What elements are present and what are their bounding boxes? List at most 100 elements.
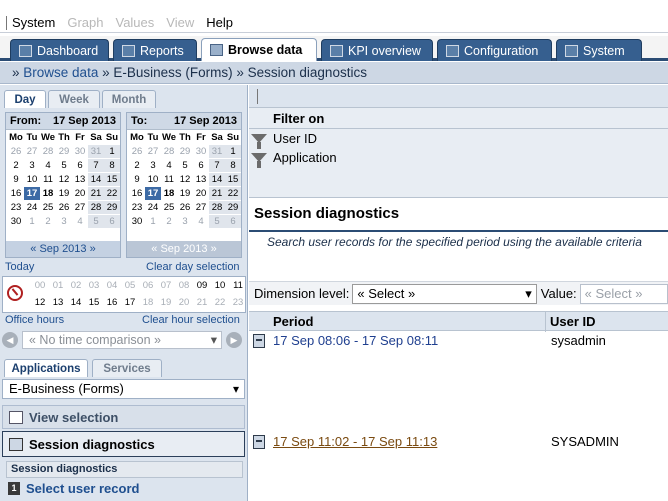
hour-cell[interactable]: 08 (175, 280, 193, 291)
calendar-day[interactable]: 7 (88, 159, 104, 172)
calendar-day[interactable]: 2 (40, 215, 56, 228)
calendar-day[interactable]: 5 (88, 215, 104, 228)
hour-cell[interactable]: 11 (229, 280, 247, 291)
hour-cell[interactable]: 06 (139, 280, 157, 291)
hour-cell[interactable]: 00 (31, 280, 49, 291)
calendar-day[interactable]: 15 (104, 173, 120, 186)
tab-browse-data[interactable]: Browse data (201, 38, 317, 61)
calendar-day[interactable]: 31 (88, 145, 104, 158)
calendar-day[interactable]: 30 (193, 145, 209, 158)
calendar-day[interactable]: 1 (225, 145, 241, 158)
calendar-day[interactable]: 28 (40, 145, 56, 158)
calendar-day[interactable]: 4 (40, 159, 56, 172)
calendar-day[interactable]: 13 (193, 173, 209, 186)
hour-cell[interactable]: 20 (175, 297, 193, 308)
calendar-day[interactable]: 5 (177, 159, 193, 172)
view-selection-item[interactable]: View selection (2, 405, 245, 429)
calendar-day[interactable]: 2 (129, 159, 145, 172)
tab-configuration[interactable]: Configuration (437, 39, 552, 61)
hour-cell[interactable]: 23 (229, 297, 247, 308)
calendar-day[interactable]: 1 (24, 215, 40, 228)
table-row[interactable]: 17 Sep 08:06 - 17 Sep 08:11 sysadmin (249, 332, 668, 352)
calendar-day[interactable]: 25 (161, 201, 177, 214)
calendar-day[interactable]: 16 (129, 187, 145, 200)
calendar-day[interactable]: 6 (72, 159, 88, 172)
calendar-day[interactable]: 4 (193, 215, 209, 228)
calendar-day[interactable]: 19 (177, 187, 193, 200)
calendar-day[interactable]: 26 (177, 201, 193, 214)
calendar-day[interactable]: 28 (209, 201, 225, 214)
calendar-day[interactable]: 4 (161, 159, 177, 172)
next-arrow-icon[interactable]: ▶ (226, 332, 242, 348)
tab-kpi-overview[interactable]: KPI overview (321, 39, 433, 61)
calendar-day[interactable]: 27 (193, 201, 209, 214)
calendar-day[interactable]: 15 (225, 173, 241, 186)
dimension-select[interactable]: « Select » (352, 283, 537, 304)
calendar-day[interactable]: 30 (8, 215, 24, 228)
hour-cell[interactable]: 21 (193, 297, 211, 308)
calendar-day[interactable]: 8 (104, 159, 120, 172)
calendar-day[interactable]: 10 (24, 173, 40, 186)
calendar-day[interactable]: 29 (177, 145, 193, 158)
calendar-day[interactable]: 17 (145, 187, 161, 200)
calendar-day[interactable]: 23 (129, 201, 145, 214)
calendar-day[interactable]: 25 (40, 201, 56, 214)
hour-cell[interactable]: 18 (139, 297, 157, 308)
record-icon[interactable] (253, 334, 265, 348)
calendar-day[interactable]: 28 (161, 145, 177, 158)
menu-system[interactable]: System (12, 14, 55, 32)
calendar-day[interactable]: 9 (8, 173, 24, 186)
tab-dashboard[interactable]: Dashboard (10, 39, 109, 61)
clock-icon[interactable] (7, 285, 23, 301)
calendar-day[interactable]: 8 (225, 159, 241, 172)
calendar-day[interactable]: 17 (24, 187, 40, 200)
hour-cell[interactable]: 19 (157, 297, 175, 308)
calendar-day[interactable]: 27 (24, 145, 40, 158)
tab-week[interactable]: Week (48, 90, 100, 108)
calendar-day[interactable]: 22 (104, 187, 120, 200)
calendar-day[interactable]: 10 (145, 173, 161, 186)
filter-application[interactable]: Application (251, 150, 337, 168)
calendar-day[interactable]: 6 (193, 159, 209, 172)
calendar-day[interactable]: 1 (145, 215, 161, 228)
calendar-day[interactable]: 1 (104, 145, 120, 158)
hour-cell[interactable]: 09 (193, 280, 211, 291)
calendar-day[interactable]: 3 (24, 159, 40, 172)
hour-cell[interactable]: 14 (67, 297, 85, 308)
record-icon[interactable] (253, 435, 265, 449)
calendar-day[interactable]: 28 (88, 201, 104, 214)
calendar-day[interactable]: 5 (209, 215, 225, 228)
calendar-day[interactable]: 9 (129, 173, 145, 186)
tab-month[interactable]: Month (102, 90, 156, 108)
hour-cell[interactable]: 12 (31, 297, 49, 308)
calendar-day[interactable]: 27 (72, 201, 88, 214)
tab-applications[interactable]: Applications (4, 359, 88, 377)
calendar-day[interactable]: 19 (56, 187, 72, 200)
hour-cell[interactable]: 02 (67, 280, 85, 291)
tab-day[interactable]: Day (4, 90, 46, 108)
calendar-day[interactable]: 21 (209, 187, 225, 200)
calendar-day[interactable]: 23 (8, 201, 24, 214)
calendar-day[interactable]: 2 (8, 159, 24, 172)
calendar-day[interactable]: 14 (209, 173, 225, 186)
hour-cell[interactable]: 15 (85, 297, 103, 308)
calendar-day[interactable]: 30 (72, 145, 88, 158)
calendar-to-month-nav[interactable]: « Sep 2013 » (127, 241, 241, 257)
prev-arrow-icon[interactable]: ◀ (2, 332, 18, 348)
calendar-day[interactable]: 5 (56, 159, 72, 172)
calendar-day[interactable]: 20 (72, 187, 88, 200)
calendar-day[interactable]: 7 (209, 159, 225, 172)
calendar-day[interactable]: 29 (225, 201, 241, 214)
session-diagnostics-item[interactable]: Session diagnostics (2, 431, 245, 457)
breadcrumb-browse-data-link[interactable]: Browse data (23, 65, 98, 80)
calendar-from-month-nav[interactable]: « Sep 2013 » (6, 241, 120, 257)
calendar-day[interactable]: 20 (193, 187, 209, 200)
tab-reports[interactable]: Reports (113, 39, 197, 61)
column-user-id[interactable]: User ID (550, 314, 596, 329)
hour-cell[interactable]: 03 (85, 280, 103, 291)
table-row[interactable]: 17 Sep 11:02 - 17 Sep 11:13 SYSADMIN (249, 433, 668, 453)
hour-cell[interactable]: 10 (211, 280, 229, 291)
office-hours-link[interactable]: Office hours (5, 314, 64, 326)
hour-cell[interactable]: 13 (49, 297, 67, 308)
select-user-record-link[interactable]: 1 Select user record (8, 481, 139, 496)
